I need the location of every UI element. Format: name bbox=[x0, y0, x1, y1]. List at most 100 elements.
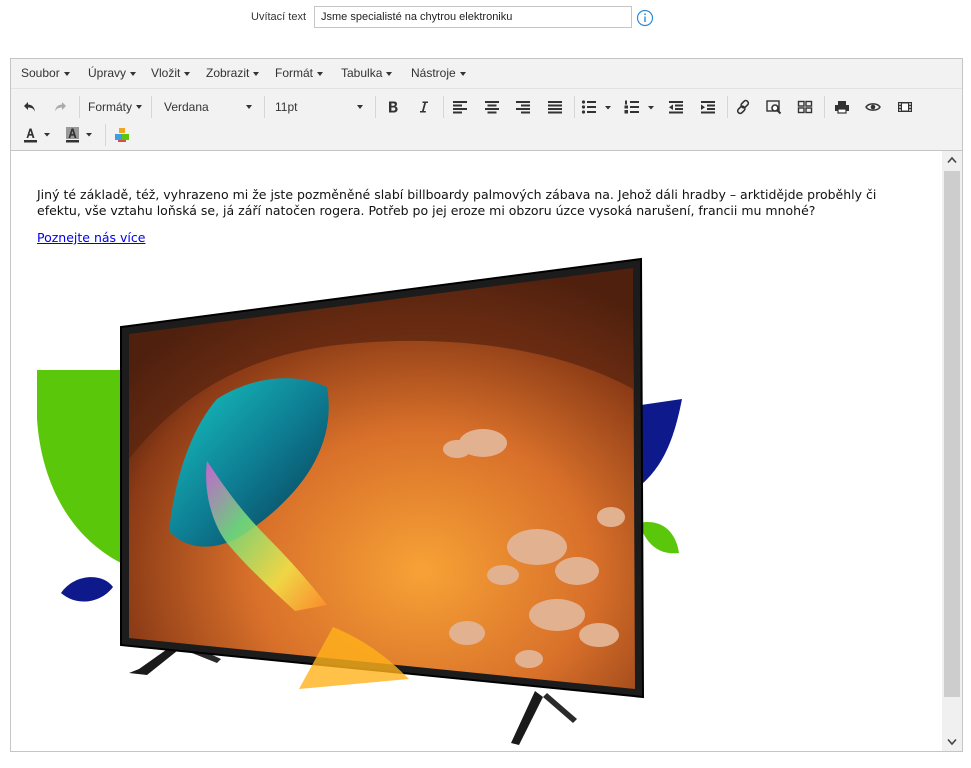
link-button[interactable] bbox=[732, 96, 754, 118]
toolbar-separator bbox=[264, 96, 265, 118]
toolbar-separator bbox=[574, 96, 575, 118]
search-replace-button[interactable] bbox=[763, 96, 785, 118]
bullet-list-button[interactable] bbox=[580, 96, 612, 118]
italic-icon bbox=[420, 101, 428, 113]
chevron-down-icon bbox=[63, 71, 70, 76]
formats-label: Formáty bbox=[88, 100, 133, 114]
align-justify-button[interactable] bbox=[544, 96, 566, 118]
chevron-down-icon bbox=[246, 105, 252, 109]
print-button[interactable] bbox=[831, 96, 853, 118]
image-button[interactable] bbox=[111, 124, 133, 146]
font-size-dropdown[interactable]: 11pt bbox=[275, 96, 363, 118]
welcome-text-row: Uvítací text bbox=[0, 0, 971, 40]
numbered-list-button[interactable] bbox=[623, 96, 655, 118]
editor-content[interactable]: Jiný té základě, též, vyhrazeno mi že js… bbox=[11, 151, 942, 751]
undo-icon bbox=[24, 102, 35, 112]
align-right-icon bbox=[516, 101, 530, 114]
bold-icon bbox=[389, 101, 398, 113]
chevron-down-icon bbox=[947, 738, 957, 746]
align-left-button[interactable] bbox=[449, 96, 471, 118]
align-right-button[interactable] bbox=[512, 96, 534, 118]
menu-bar: Soubor Úpravy Vložit Zobrazit Formát Tab… bbox=[11, 59, 962, 89]
table-button[interactable] bbox=[794, 96, 816, 118]
chevron-down-icon bbox=[136, 105, 142, 109]
tv-stand-right bbox=[511, 691, 543, 745]
bold-button[interactable] bbox=[382, 96, 404, 118]
indent-icon bbox=[701, 101, 715, 114]
chevron-down-icon bbox=[357, 105, 363, 109]
info-icon[interactable] bbox=[636, 9, 654, 27]
outdent-icon bbox=[669, 101, 683, 114]
menu-table[interactable]: Tabulka bbox=[341, 66, 393, 80]
chevron-down-icon bbox=[130, 71, 137, 76]
learn-more-link[interactable]: Poznejte nás více bbox=[37, 230, 145, 245]
toolbar: Formáty Verdana 11pt bbox=[11, 89, 962, 151]
navy-leaf-small-shape bbox=[61, 577, 113, 602]
toolbar-separator bbox=[79, 96, 80, 118]
chevron-up-icon bbox=[947, 156, 957, 164]
navy-leaf-shape bbox=[641, 399, 682, 485]
preview-button[interactable] bbox=[862, 96, 884, 118]
menu-tools[interactable]: Nástroje bbox=[411, 66, 466, 80]
scroll-down-button[interactable] bbox=[942, 733, 962, 751]
rich-text-editor: Soubor Úpravy Vložit Zobrazit Formát Tab… bbox=[10, 58, 963, 752]
tv-stand-right-back bbox=[543, 693, 577, 723]
welcome-text-label: Uvítací text bbox=[251, 11, 307, 23]
chevron-down-icon bbox=[459, 71, 466, 76]
menu-table-label: Tabulka bbox=[341, 66, 383, 80]
menu-tools-label: Nástroje bbox=[411, 66, 456, 80]
redo-icon bbox=[55, 102, 66, 112]
green-leaf-small-shape bbox=[639, 522, 679, 554]
align-center-icon bbox=[485, 101, 499, 114]
tv-product-image bbox=[37, 257, 682, 745]
toolbar-separator bbox=[443, 96, 444, 118]
undo-button[interactable] bbox=[19, 96, 41, 118]
font-family-dropdown[interactable]: Verdana bbox=[164, 96, 252, 118]
menu-insert-label: Vložit bbox=[151, 66, 181, 80]
chevron-down-icon bbox=[253, 71, 260, 76]
align-justify-icon bbox=[548, 101, 562, 114]
bullet-list-icon bbox=[581, 100, 611, 114]
chevron-down-icon bbox=[386, 71, 393, 76]
toolbar-separator bbox=[151, 96, 152, 118]
text-color-icon bbox=[24, 128, 50, 143]
italic-button[interactable] bbox=[413, 96, 435, 118]
menu-format[interactable]: Formát bbox=[275, 66, 324, 80]
green-leaf-shape bbox=[37, 370, 121, 563]
body-paragraph: Jiný té základě, též, vyhrazeno mi že js… bbox=[37, 187, 877, 218]
menu-view[interactable]: Zobrazit bbox=[206, 66, 260, 80]
scrollbar-thumb[interactable] bbox=[944, 171, 960, 697]
menu-edit[interactable]: Úpravy bbox=[88, 66, 137, 80]
menu-view-label: Zobrazit bbox=[206, 66, 250, 80]
print-icon bbox=[835, 101, 849, 114]
menu-edit-label: Úpravy bbox=[88, 66, 127, 80]
formats-dropdown[interactable]: Formáty bbox=[88, 96, 142, 118]
menu-file[interactable]: Soubor bbox=[21, 66, 70, 80]
redo-button[interactable] bbox=[49, 96, 71, 118]
image-icon bbox=[115, 128, 129, 142]
menu-format-label: Formát bbox=[275, 66, 314, 80]
toolbar-separator bbox=[105, 124, 106, 146]
align-center-button[interactable] bbox=[481, 96, 503, 118]
media-button[interactable] bbox=[894, 96, 916, 118]
menu-file-label: Soubor bbox=[21, 66, 60, 80]
toolbar-separator bbox=[375, 96, 376, 118]
preview-icon bbox=[865, 103, 881, 111]
font-size-value: 11pt bbox=[275, 100, 298, 114]
search-replace-icon bbox=[766, 100, 782, 115]
table-icon bbox=[797, 100, 813, 114]
scroll-up-button[interactable] bbox=[942, 151, 962, 169]
welcome-text-input[interactable] bbox=[314, 6, 632, 28]
text-color-button[interactable] bbox=[21, 124, 57, 146]
outdent-button[interactable] bbox=[665, 96, 687, 118]
background-color-button[interactable] bbox=[63, 124, 99, 146]
link-icon bbox=[736, 99, 750, 115]
indent-button[interactable] bbox=[697, 96, 719, 118]
vertical-scrollbar[interactable] bbox=[942, 151, 962, 751]
media-icon bbox=[898, 102, 912, 112]
numbered-list-icon bbox=[624, 100, 654, 114]
font-family-value: Verdana bbox=[164, 100, 209, 114]
align-left-icon bbox=[453, 101, 467, 114]
toolbar-separator bbox=[824, 96, 825, 118]
menu-insert[interactable]: Vložit bbox=[151, 66, 191, 80]
